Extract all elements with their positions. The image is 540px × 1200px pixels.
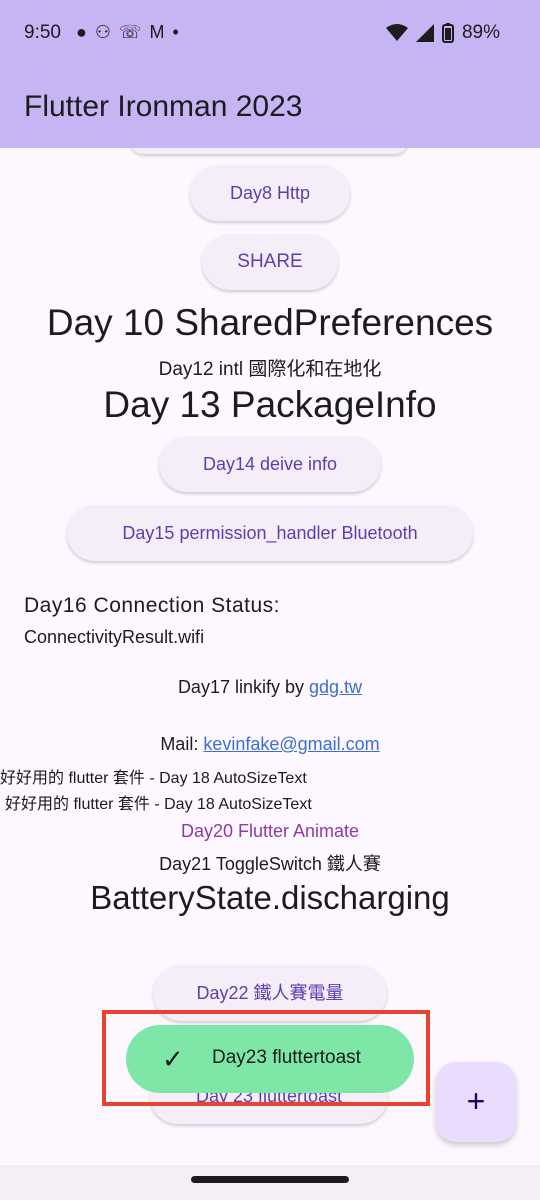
battery-state: BatteryState.discharging	[90, 879, 450, 916]
status-time: 9:50	[24, 22, 61, 43]
message-icon: ●	[76, 22, 95, 42]
add-fab-button[interactable]: +	[436, 1062, 516, 1142]
status-bar: 9:50 ●⚇☏M• 89%	[0, 0, 540, 64]
notification-icons: ●⚇☏M•	[76, 22, 187, 43]
gdg-link[interactable]: gdg.tw	[309, 677, 362, 697]
call-icon: ☏	[119, 22, 150, 42]
day18-autosize-text-1: 好好用的 flutter 套件 - Day 18 AutoSizeText	[0, 770, 307, 787]
battery-icon	[441, 23, 454, 43]
home-gesture-handle[interactable]	[191, 1176, 349, 1183]
dot-icon: •	[172, 22, 187, 42]
highlight-box	[102, 1010, 430, 1106]
page-title: Flutter Ironman 2023	[24, 90, 303, 123]
hidden-top-button[interactable]	[130, 148, 408, 154]
day21-toggle-text: Day21 ToggleSwitch 鐵人賽	[159, 854, 381, 874]
day18-autosize-text-2: 好好用的 flutter 套件 - Day 18 AutoSizeText	[5, 796, 312, 813]
day17-linkify: Day17 linkify by gdg.tw	[0, 677, 540, 698]
status-right: 89%	[385, 22, 500, 44]
signal-icon	[415, 24, 434, 42]
day16-connection-label: Day16 Connection Status:	[24, 594, 280, 617]
day15-permission-button[interactable]: Day15 permission_handler Bluetooth	[67, 505, 473, 561]
mail-line: Mail: kevinfake@gmail.com	[0, 734, 540, 755]
day13-title: Day 13 PackageInfo	[103, 384, 437, 425]
day16-connection-value: ConnectivityResult.wifi	[24, 627, 205, 647]
day12-text: Day12 intl 國際化和在地化	[158, 359, 382, 380]
share-button[interactable]: SHARE	[202, 234, 338, 290]
day10-title: Day 10 SharedPreferences	[46, 302, 494, 343]
email-link[interactable]: kevinfake@gmail.com	[203, 734, 379, 754]
day17-prefix: Day17 linkify by	[177, 677, 309, 697]
battery-percent: 89%	[461, 22, 500, 43]
wifi-icon	[385, 24, 408, 41]
day8-http-button[interactable]: Day8 Http	[190, 165, 350, 221]
gmail-icon: M	[149, 22, 173, 42]
people-icon: ⚇	[94, 22, 120, 42]
day14-device-info-button[interactable]: Day14 deive info	[159, 436, 381, 492]
day20-animate-text: Day20 Flutter Animate	[180, 821, 360, 841]
mail-prefix: Mail:	[160, 734, 204, 754]
